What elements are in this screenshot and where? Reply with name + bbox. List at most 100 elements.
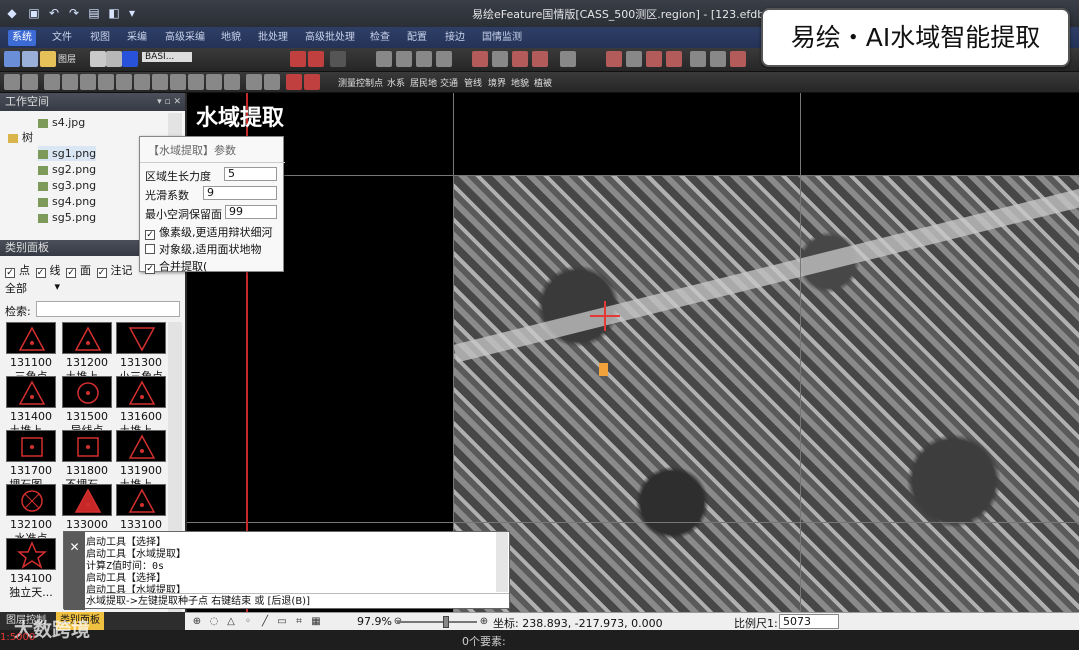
draw-annotation-icon[interactable]	[224, 74, 240, 90]
zoom-slider[interactable]	[397, 621, 477, 623]
category-residential[interactable]: 居民地	[410, 76, 437, 89]
log-scrollbar[interactable]	[496, 532, 508, 592]
symbol-cell-131600[interactable]	[116, 376, 166, 408]
menu-file[interactable]: 文件	[48, 30, 76, 46]
draw-point-icon[interactable]	[206, 74, 222, 90]
menu-advanced-batch[interactable]: 高级批处理	[301, 30, 359, 46]
filter-point[interactable]: ✓ 点	[5, 264, 30, 278]
hatch-tool-icon[interactable]	[436, 51, 452, 67]
symbol-cell-133100[interactable]	[116, 484, 166, 516]
category-landform[interactable]: 地貌	[511, 76, 529, 89]
node-tool-icon[interactable]	[560, 51, 576, 67]
zoom-icon[interactable]: ⊕	[190, 615, 204, 629]
menu-terrain[interactable]: 地貌	[217, 30, 245, 46]
symbol-cell-131700[interactable]	[6, 430, 56, 462]
text-tool-icon[interactable]	[690, 51, 706, 67]
slash-tool-icon[interactable]	[532, 51, 548, 67]
symbol-cell-131200[interactable]	[62, 322, 112, 354]
merge-tool-icon[interactable]	[646, 51, 662, 67]
filter-line[interactable]: ✓ 线	[35, 264, 61, 278]
symbol-cell-132100[interactable]	[6, 484, 56, 516]
smooth-input[interactable]: 9	[203, 186, 277, 200]
filter-area[interactable]: ✓ 面	[66, 264, 91, 278]
cross-tool-icon[interactable]	[512, 51, 528, 67]
house-tool-icon[interactable]	[730, 51, 746, 67]
bulb-icon[interactable]	[90, 51, 106, 67]
draw-polygon-icon[interactable]	[188, 74, 204, 90]
symbol-cell-134100[interactable]	[6, 538, 56, 570]
dropdown-arrow-icon[interactable]: ▾	[124, 5, 140, 21]
symbol-cell-131400[interactable]	[6, 376, 56, 408]
split-tool-icon[interactable]	[666, 51, 682, 67]
chart-tool-icon[interactable]	[4, 74, 20, 90]
red-tool-1-icon[interactable]	[290, 51, 306, 67]
close-icon[interactable]: ✕	[64, 532, 85, 610]
menu-view[interactable]: 视图	[86, 30, 114, 46]
point-icon[interactable]: ◦	[241, 615, 255, 629]
command-prompt[interactable]: 水域提取->左键提取种子点 右键结束 或 [后退(B)]	[86, 593, 509, 609]
draw-arc-icon[interactable]	[134, 74, 150, 90]
snap-icon[interactable]: ⌗	[292, 615, 306, 629]
draw-frame-icon[interactable]	[98, 74, 114, 90]
symbol-cell-131900[interactable]	[116, 430, 166, 462]
stop-tool-icon[interactable]	[286, 74, 302, 90]
layer-select[interactable]: BASI...	[142, 52, 192, 62]
area-icon[interactable]: ▭	[275, 615, 289, 629]
menu-monitoring[interactable]: 国情监测	[478, 30, 526, 46]
category-water[interactable]: 水系	[387, 76, 405, 89]
growth-input[interactable]: 5	[224, 167, 277, 181]
symbol-cell-131300[interactable]	[116, 322, 166, 354]
undo-icon[interactable]: ↶	[46, 5, 62, 21]
menu-check[interactable]: 检查	[366, 30, 394, 46]
object-level-checkbox[interactable]: 对象级,适用面状地物	[145, 241, 262, 257]
category-control-point[interactable]: 测量控制点	[338, 76, 383, 89]
category-pipeline[interactable]: 管线	[464, 76, 482, 89]
menu-system[interactable]: 系统	[8, 30, 36, 46]
symbol-cell-133000[interactable]	[62, 484, 112, 516]
symbol-cell-131800[interactable]	[62, 430, 112, 462]
tree-item-sg1[interactable]: sg1.png	[38, 146, 97, 161]
line-icon[interactable]: ╱	[258, 615, 272, 629]
category-transport[interactable]: 交通	[440, 76, 458, 89]
symbol-cell-131100[interactable]	[6, 322, 56, 354]
draw-box-icon[interactable]	[116, 74, 132, 90]
tree-item-sg4[interactable]: sg4.png	[38, 194, 96, 209]
triangle-icon[interactable]: △	[224, 615, 238, 629]
draw-line-icon[interactable]	[44, 74, 60, 90]
search-input[interactable]	[36, 301, 180, 317]
tree-item-sg3[interactable]: sg3.png	[38, 178, 96, 193]
rect-tool-icon[interactable]	[492, 51, 508, 67]
diamond-tool-icon[interactable]	[264, 74, 280, 90]
redo-icon[interactable]: ↷	[66, 5, 82, 21]
line-tool-icon[interactable]	[376, 51, 392, 67]
pixel-level-checkbox[interactable]: ✓ 像素级,更适用辩状细河	[145, 224, 273, 240]
color-swatch-icon[interactable]	[122, 51, 138, 67]
print-icon[interactable]: ▤	[86, 5, 102, 21]
menu-batch[interactable]: 批处理	[254, 30, 292, 46]
red-tool-2-icon[interactable]	[308, 51, 324, 67]
zoom-slider-thumb[interactable]	[443, 616, 449, 628]
tree-item-sg5[interactable]: sg5.png	[38, 210, 96, 225]
target-tool-icon[interactable]	[304, 74, 320, 90]
tree-item-sg2[interactable]: sg2.png	[38, 162, 96, 177]
hole-input[interactable]: 99	[225, 205, 277, 219]
filter-annotation[interactable]: ✓ 注记	[96, 264, 133, 278]
grid-icon[interactable]: ▦	[309, 615, 323, 629]
merge-extract-checkbox[interactable]: ✓ 合并提取(	[145, 258, 207, 274]
bar-tool-icon[interactable]	[22, 74, 38, 90]
symbol-cell-131500[interactable]	[62, 376, 112, 408]
menu-config[interactable]: 配置	[403, 30, 431, 46]
panel-controls-icon[interactable]: ▾ ▫ ✕	[157, 93, 181, 111]
scope-select[interactable]: 全部 ▾	[5, 280, 60, 295]
tree-item-s4[interactable]: s4.jpg	[38, 115, 85, 130]
save-icon[interactable]: ▣	[26, 5, 42, 21]
scale-input[interactable]: 5073	[779, 614, 839, 629]
menu-edit[interactable]: 采编	[123, 30, 151, 46]
draw-rect-icon[interactable]	[80, 74, 96, 90]
warning-tool-icon[interactable]	[40, 51, 56, 67]
category-vegetation[interactable]: 植被	[534, 76, 552, 89]
measure-icon[interactable]	[246, 74, 262, 90]
frame-tool-icon[interactable]	[710, 51, 726, 67]
delete-tool-icon[interactable]	[606, 51, 622, 67]
zoom-in-icon[interactable]: ⊕	[477, 615, 491, 629]
